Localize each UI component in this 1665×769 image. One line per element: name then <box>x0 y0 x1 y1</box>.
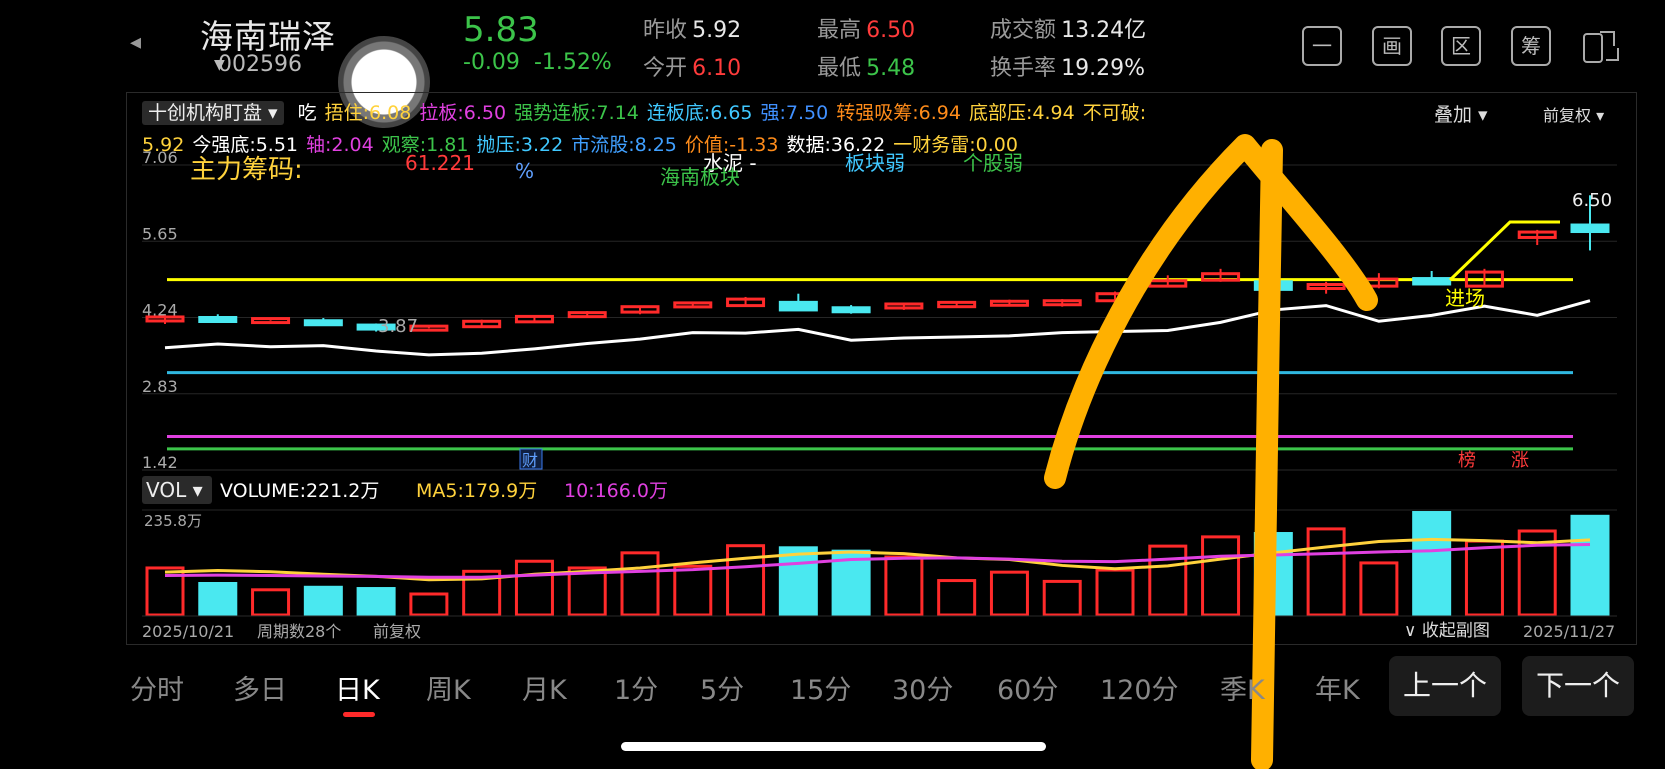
bang-marker: 榜 <box>1458 450 1476 471</box>
tab-15分[interactable]: 15分 <box>790 668 851 707</box>
tab-日K[interactable]: 日K <box>335 668 380 707</box>
entry-label: 进场 <box>1445 286 1485 310</box>
candle-body <box>303 319 343 327</box>
overlay-label: 个股弱 <box>963 151 1023 175</box>
volume-bar <box>884 555 924 617</box>
volume-bar <box>514 559 554 617</box>
volume-bar <box>409 592 449 617</box>
home-indicator[interactable] <box>621 742 1046 751</box>
volume-bar <box>1095 568 1135 617</box>
candle-body <box>778 300 818 312</box>
tab-5分[interactable]: 5分 <box>700 668 744 707</box>
prev-stock-button[interactable]: 上一个 <box>1389 656 1501 716</box>
zhang-marker: 涨 <box>1511 450 1529 471</box>
active-tab-underline <box>343 712 375 717</box>
volume-bar <box>1042 579 1082 617</box>
date-start: 2025/10/21 <box>142 622 234 641</box>
fin-marker: 财 <box>522 451 538 470</box>
collapse-subchart: ∨ 收起副图 <box>1404 621 1490 641</box>
price-tick: 2.83 <box>142 377 178 396</box>
volume-bar <box>1201 535 1241 617</box>
volume-bar <box>989 570 1029 617</box>
date-end: 2025/11/27 <box>1523 622 1615 641</box>
overlay-label: 主力筹码: <box>190 155 303 185</box>
tab-季K[interactable]: 季K <box>1220 668 1265 707</box>
volume-bar <box>1570 514 1610 617</box>
volume-bar <box>356 587 396 617</box>
tab-120分[interactable]: 120分 <box>1100 668 1179 707</box>
volume-bar <box>1148 544 1188 617</box>
volume-bar <box>303 585 343 617</box>
vol-legend-1: MA5:179.9万 <box>416 480 537 502</box>
price-tick: 7.06 <box>142 148 178 167</box>
volume-bar <box>937 579 977 617</box>
volume-bar <box>251 588 291 617</box>
tab-周K[interactable]: 周K <box>426 668 471 707</box>
volume-bar <box>778 546 818 617</box>
candle-body <box>1412 277 1452 286</box>
tab-分时[interactable]: 分时 <box>130 668 184 707</box>
volume-bar <box>1306 527 1346 617</box>
vol-selector: VOL ▾ <box>146 478 203 502</box>
high-price-label: 6.50 <box>1572 190 1612 211</box>
tab-30分[interactable]: 30分 <box>892 668 953 707</box>
volume-bar <box>1359 561 1399 617</box>
next-stock-button[interactable]: 下一个 <box>1522 656 1634 716</box>
vol-legend-2: 10:166.0万 <box>564 480 668 502</box>
price-tick: 1.42 <box>142 453 178 472</box>
overlay-label: % <box>515 159 534 183</box>
candle-body <box>198 316 238 323</box>
period-count: 周期数28个 <box>257 622 341 641</box>
volume-bar <box>567 566 607 617</box>
overlay-label: 61.221 <box>405 151 475 175</box>
volume-bar <box>1412 511 1452 617</box>
candle-body <box>831 306 871 314</box>
tab-年K[interactable]: 年K <box>1315 668 1360 707</box>
volume-bar <box>620 551 660 617</box>
tab-月K[interactable]: 月K <box>522 668 567 707</box>
candle-body <box>1570 223 1610 234</box>
kline-chart[interactable]: 7.065.654.242.831.42主力筹码: 61.221% 水泥 -海南板块… <box>0 0 1665 769</box>
vol-max-label: 235.8万 <box>144 512 202 530</box>
tab-多日[interactable]: 多日 <box>233 668 287 707</box>
tab-1分[interactable]: 1分 <box>614 668 658 707</box>
volume-bar <box>673 564 713 617</box>
volume-bar <box>198 582 238 617</box>
overlay-label: 海南板块 <box>660 165 740 189</box>
price-tick: 5.65 <box>142 224 178 243</box>
tab-60分[interactable]: 60分 <box>997 668 1058 707</box>
overlay-label: 板块弱 <box>845 151 905 175</box>
period-adjust: 前复权 <box>373 622 421 641</box>
vol-legend-0: VOLUME:221.2万 <box>220 480 379 502</box>
low-price-label: 3.87 <box>378 316 418 337</box>
vol-ma10-line <box>164 542 1591 579</box>
volume-bar <box>1464 539 1504 617</box>
annotation-arrow <box>1044 134 1378 489</box>
